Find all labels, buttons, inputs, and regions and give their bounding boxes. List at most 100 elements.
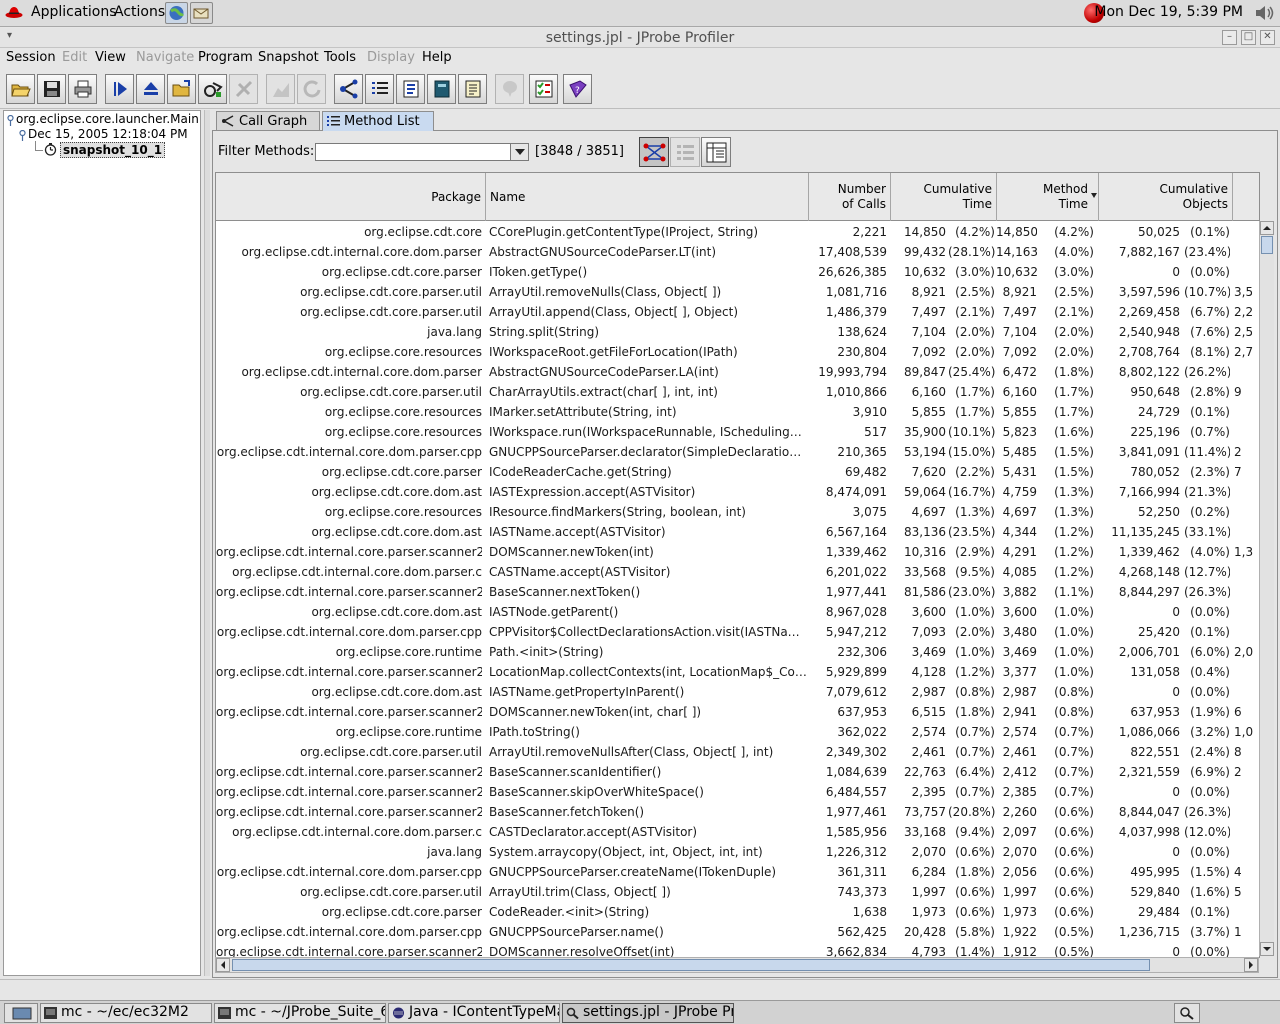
- table-row[interactable]: org.eclipse.cdt.core.dom.ast IASTNode.get…: [216, 603, 1259, 623]
- attach-button[interactable]: [136, 74, 165, 104]
- table-row[interactable]: org.eclipse.cdt.internal.core.dom.parser…: [216, 243, 1259, 263]
- maximize-button[interactable]: □: [1241, 30, 1256, 45]
- taskbar-item-jprobe[interactable]: settings.jpl - JProbe Profiler: [562, 1003, 734, 1023]
- column-header-overflow[interactable]: [1233, 173, 1259, 221]
- snapshot-report-button[interactable]: [458, 74, 487, 104]
- menu-session[interactable]: Session: [6, 50, 56, 65]
- method-detail-button[interactable]: [396, 74, 425, 104]
- column-header-cumulative-time[interactable]: Cumulative Time: [891, 173, 997, 221]
- filter-methods-combo[interactable]: [315, 143, 529, 161]
- minimize-button[interactable]: –: [1222, 30, 1237, 45]
- taskbar-item-eclipse[interactable]: Java - IContentTypeMatcher.java - Eclips…: [388, 1003, 560, 1023]
- column-header-method-time[interactable]: Method Time: [997, 173, 1099, 221]
- menu-display[interactable]: Display: [367, 50, 415, 65]
- horizontal-scrollbar[interactable]: [215, 957, 1259, 973]
- table-row[interactable]: org.eclipse.cdt.core.parser.util ArrayUti…: [216, 283, 1259, 303]
- tree-root-program[interactable]: org.eclipse.core.launcher.Main: [16, 112, 199, 126]
- table-row[interactable]: org.eclipse.cdt.core.dom.ast IASTName.get…: [216, 683, 1259, 703]
- table-row[interactable]: org.eclipse.core.resources IWorkspaceRoot…: [216, 343, 1259, 363]
- settings-checklist-button[interactable]: [529, 74, 558, 104]
- menu-snapshot[interactable]: Snapshot: [258, 50, 319, 65]
- web-browser-launcher-icon[interactable]: [165, 2, 188, 24]
- table-row[interactable]: org.eclipse.cdt.internal.core.parser.sca…: [216, 543, 1259, 563]
- table-row[interactable]: org.eclipse.cdt.internal.core.dom.parser…: [216, 363, 1259, 383]
- table-row[interactable]: org.eclipse.cdt.core.parser IToken.getTyp…: [216, 263, 1259, 283]
- mail-launcher-icon[interactable]: [190, 2, 213, 24]
- show-column-view-button[interactable]: [701, 137, 731, 167]
- column-header-cumulative-objects[interactable]: Cumulative Objects: [1099, 173, 1233, 221]
- table-row[interactable]: org.eclipse.cdt.internal.core.parser.sca…: [216, 943, 1259, 957]
- comment-button[interactable]: [495, 74, 524, 104]
- close-button[interactable]: ✕: [1260, 30, 1275, 45]
- menu-edit[interactable]: Edit: [62, 50, 87, 65]
- actions-menu[interactable]: Actions: [114, 4, 165, 20]
- table-row[interactable]: org.eclipse.cdt.internal.core.dom.parser…: [216, 563, 1259, 583]
- taskbar-item-mc-jprobe[interactable]: mc - ~/JProbe_Suite_6.0/: [214, 1003, 386, 1023]
- table-row[interactable]: org.eclipse.cdt.core.parser ICodeReaderCa…: [216, 463, 1259, 483]
- scroll-up-button[interactable]: [1260, 221, 1274, 235]
- table-row[interactable]: org.eclipse.cdt.internal.core.dom.parser…: [216, 623, 1259, 643]
- horizontal-scroll-thumb[interactable]: [232, 959, 1150, 971]
- table-row[interactable]: org.eclipse.cdt.core.parser.util ArrayUti…: [216, 303, 1259, 323]
- table-row[interactable]: org.eclipse.cdt.internal.core.parser.sca…: [216, 803, 1259, 823]
- scroll-right-button[interactable]: [1244, 958, 1258, 972]
- help-button[interactable]: ?: [563, 74, 592, 104]
- table-row[interactable]: org.eclipse.cdt.internal.core.parser.sca…: [216, 783, 1259, 803]
- method-table[interactable]: Package Name Number of Calls Cumulative Ti…: [215, 172, 1260, 958]
- scroll-down-button[interactable]: [1260, 942, 1274, 956]
- table-row[interactable]: org.eclipse.cdt.core.parser.util ArrayUti…: [216, 883, 1259, 903]
- run-button[interactable]: [105, 74, 134, 104]
- column-header-package[interactable]: Package: [216, 173, 486, 221]
- applications-menu[interactable]: Applications: [31, 4, 117, 20]
- snapshot-tree[interactable]: org.eclipse.core.launcher.Main Dec 15, 2…: [3, 110, 201, 976]
- table-row[interactable]: org.eclipse.cdt.internal.core.parser.sca…: [216, 703, 1259, 723]
- table-row[interactable]: org.eclipse.cdt.internal.core.parser.sca…: [216, 763, 1259, 783]
- method-list-button[interactable]: [365, 74, 394, 104]
- table-row[interactable]: org.eclipse.cdt.internal.core.dom.parser…: [216, 923, 1259, 943]
- save-button[interactable]: [37, 74, 66, 104]
- refresh-button[interactable]: [297, 74, 326, 104]
- volume-icon[interactable]: [1254, 4, 1276, 22]
- tree-session[interactable]: Dec 15, 2005 12:18:04 PM: [28, 127, 188, 141]
- window-titlebar[interactable]: ▾ settings.jpl - JProbe Profiler – □ ✕: [0, 28, 1280, 48]
- table-row[interactable]: org.eclipse.cdt.internal.core.parser.sca…: [216, 583, 1259, 603]
- source-view-button[interactable]: [427, 74, 456, 104]
- table-row[interactable]: org.eclipse.cdt.internal.core.dom.parser…: [216, 823, 1259, 843]
- scroll-left-button[interactable]: [216, 958, 230, 972]
- vertical-scroll-thumb[interactable]: [1261, 236, 1273, 254]
- table-row[interactable]: org.eclipse.cdt.core.parser CodeReader.<i…: [216, 903, 1259, 923]
- print-button[interactable]: [68, 74, 97, 104]
- menu-help[interactable]: Help: [422, 50, 452, 65]
- table-row[interactable]: org.eclipse.cdt.core CCorePlugin.getConte…: [216, 223, 1259, 243]
- call-graph-button[interactable]: [334, 74, 363, 104]
- show-graph-view-button[interactable]: [639, 137, 669, 167]
- tab-call-graph[interactable]: Call Graph: [216, 111, 320, 131]
- open-snapshot-button[interactable]: [167, 74, 196, 104]
- table-row[interactable]: org.eclipse.cdt.core.dom.ast IASTName.acc…: [216, 523, 1259, 543]
- table-row[interactable]: org.eclipse.cdt.core.parser.util ArrayUti…: [216, 743, 1259, 763]
- table-row[interactable]: org.eclipse.core.runtime Path.<init>(Stri…: [216, 643, 1259, 663]
- menu-view[interactable]: View: [95, 50, 126, 65]
- clock[interactable]: Mon Dec 19, 5:39 PM: [1094, 4, 1243, 20]
- menu-tools[interactable]: Tools: [324, 50, 356, 65]
- clear-data-button[interactable]: [229, 74, 258, 104]
- table-row[interactable]: org.eclipse.core.resources IMarker.setAtt…: [216, 403, 1259, 423]
- taskbar-item-mc-ec[interactable]: mc - ~/ec/ec32M2: [40, 1003, 212, 1023]
- show-desktop-button[interactable]: [4, 1003, 38, 1023]
- table-row[interactable]: org.eclipse.core.resources IWorkspace.run…: [216, 423, 1259, 443]
- menu-navigate[interactable]: Navigate: [136, 50, 194, 65]
- redhat-icon[interactable]: [5, 5, 23, 19]
- table-row[interactable]: org.eclipse.cdt.core.dom.ast IASTExpressi…: [216, 483, 1259, 503]
- column-header-number-of-calls[interactable]: Number of Calls: [809, 173, 891, 221]
- table-row[interactable]: org.eclipse.core.runtime IPath.toString()…: [216, 723, 1259, 743]
- take-snapshot-button[interactable]: [198, 74, 227, 104]
- graph-view-button[interactable]: [266, 74, 295, 104]
- open-session-button[interactable]: [6, 74, 35, 104]
- table-row[interactable]: org.eclipse.cdt.internal.core.dom.parser…: [216, 443, 1259, 463]
- split-pane-divider[interactable]: [204, 110, 210, 976]
- table-row[interactable]: org.eclipse.cdt.core.parser.util CharArra…: [216, 383, 1259, 403]
- show-list-view-button[interactable]: [670, 137, 700, 167]
- tab-method-list[interactable]: Method List: [322, 111, 434, 131]
- table-row[interactable]: org.eclipse.cdt.internal.core.dom.parser…: [216, 863, 1259, 883]
- table-row[interactable]: org.eclipse.cdt.internal.core.parser.sca…: [216, 663, 1259, 683]
